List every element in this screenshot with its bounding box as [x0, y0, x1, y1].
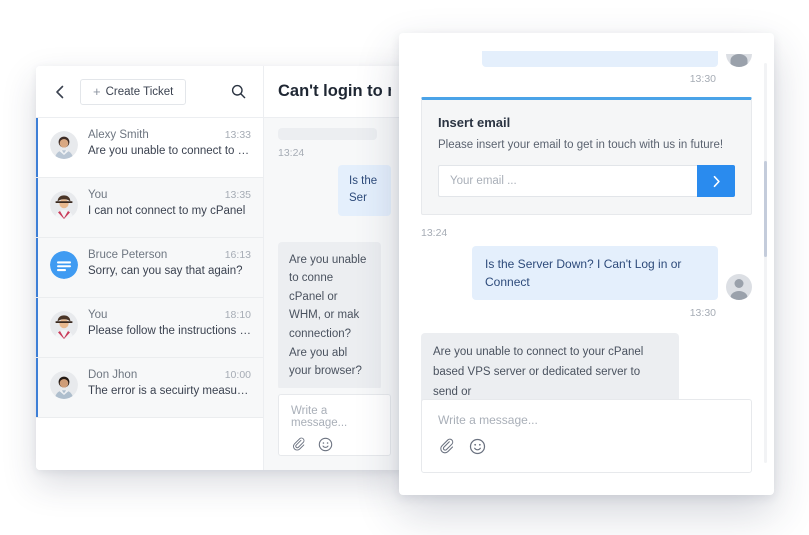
- list-item[interactable]: Don Jhon 10:00 The error is a secuirty m…: [36, 358, 263, 418]
- list-item[interactable]: You 18:10 Please follow the instructions…: [36, 298, 263, 358]
- outgoing-message: Is the Server Down? I Can't Log in or Co…: [472, 246, 718, 300]
- insert-email-description: Please insert your email to get in touch…: [438, 139, 735, 151]
- scrollbar-track[interactable]: [764, 63, 767, 463]
- clipped-message-row: [421, 51, 752, 67]
- create-ticket-label: Create Ticket: [106, 86, 174, 98]
- list-item-time: 18:10: [225, 309, 251, 321]
- chat-widget-window: 13:30 Insert email Please insert your em…: [399, 33, 774, 495]
- screen: + Create Ticket Alexy Smith 13:33: [0, 0, 809, 535]
- list-item-body: Alexy Smith 13:33 Are you unable to conn…: [88, 129, 251, 166]
- avatar: [50, 251, 78, 279]
- list-item-preview: I can not connect to my cPanel: [88, 205, 251, 217]
- middle-message-list[interactable]: 13:24 Is the Ser Are you unable to conne…: [264, 118, 405, 388]
- message-timestamp: 13:24: [278, 147, 391, 159]
- list-item-time: 10:00: [225, 369, 251, 381]
- list-item-meta: Bruce Peterson 16:13: [88, 249, 251, 261]
- list-item-preview: Are you unable to connect to your ...: [88, 145, 251, 157]
- smiley-icon[interactable]: [469, 438, 486, 455]
- chat-composer[interactable]: Write a message...: [421, 399, 752, 473]
- avatar: [50, 371, 78, 399]
- chevron-left-icon[interactable]: [48, 81, 70, 103]
- list-item-preview: Sorry, can you say that again?: [88, 265, 251, 277]
- middle-chat-panel: Can't login to my s 13:24 Is the Ser Are…: [264, 66, 405, 470]
- list-item-time: 16:13: [225, 249, 251, 261]
- list-item-name: Bruce Peterson: [88, 249, 167, 261]
- paperclip-icon[interactable]: [438, 438, 455, 455]
- middle-composer[interactable]: Write a message...: [278, 394, 391, 456]
- list-item-name: You: [88, 309, 107, 321]
- list-item-time: 13:35: [225, 189, 251, 201]
- page-title: Can't login to my s: [278, 82, 391, 101]
- insert-email-form: Your email ...: [438, 165, 735, 197]
- sidebar-header: + Create Ticket: [36, 66, 263, 118]
- list-item-body: You 18:10 Please follow the instructions…: [88, 309, 251, 346]
- message-timestamp: 13:30: [421, 73, 752, 85]
- outgoing-message-row: Is the Server Down? I Can't Log in or Co…: [421, 246, 752, 300]
- list-item-body: Don Jhon 10:00 The error is a secuirty m…: [88, 369, 251, 406]
- incoming-message: Are you unable to conne cPanel or WHM, o…: [278, 242, 381, 389]
- message-timestamp: 13:30: [421, 307, 752, 319]
- email-submit-button[interactable]: [697, 165, 735, 197]
- insert-email-card: Insert email Please insert your email to…: [421, 97, 752, 215]
- list-item-time: 13:33: [225, 129, 251, 141]
- avatar: [50, 311, 78, 339]
- list-item[interactable]: Bruce Peterson 16:13 Sorry, can you say …: [36, 238, 263, 298]
- list-item-preview: The error is a secuirty measure to ...: [88, 385, 251, 397]
- list-item-name: Alexy Smith: [88, 129, 149, 141]
- list-item-preview: Please follow the instructions of t...: [88, 325, 251, 337]
- ticket-window: + Create Ticket Alexy Smith 13:33: [36, 66, 405, 470]
- scrollbar-thumb[interactable]: [764, 161, 767, 257]
- plus-icon: +: [93, 85, 101, 98]
- list-item-meta: You 18:10: [88, 309, 251, 321]
- middle-chat-header: Can't login to my s: [264, 66, 405, 118]
- avatar: [50, 131, 78, 159]
- avatar: [726, 54, 752, 67]
- list-item-name: Don Jhon: [88, 369, 137, 381]
- list-item-meta: Don Jhon 10:00: [88, 369, 251, 381]
- email-field[interactable]: Your email ...: [438, 165, 697, 197]
- message-timestamp: 13:24: [421, 227, 752, 239]
- create-ticket-button[interactable]: + Create Ticket: [80, 79, 186, 105]
- avatar: [726, 274, 752, 300]
- smiley-icon[interactable]: [318, 437, 333, 452]
- list-item-meta: Alexy Smith 13:33: [88, 129, 251, 141]
- avatar: [50, 191, 78, 219]
- list-item[interactable]: Alexy Smith 13:33 Are you unable to conn…: [36, 118, 263, 178]
- composer-actions: [438, 438, 735, 455]
- list-item[interactable]: You 13:35 I can not connect to my cPanel: [36, 178, 263, 238]
- search-icon[interactable]: [227, 81, 249, 103]
- composer-actions: [291, 437, 378, 452]
- list-item-name: You: [88, 189, 107, 201]
- list-item-body: You 13:35 I can not connect to my cPanel: [88, 189, 251, 226]
- paperclip-icon[interactable]: [291, 437, 306, 452]
- ticket-list[interactable]: Alexy Smith 13:33 Are you unable to conn…: [36, 118, 263, 470]
- insert-email-title: Insert email: [438, 115, 735, 130]
- chevron-right-icon: [710, 175, 723, 188]
- message-input[interactable]: Write a message...: [438, 413, 735, 427]
- clipped-bubble: [278, 128, 377, 140]
- message-input[interactable]: Write a message...: [291, 405, 378, 429]
- clipped-outgoing-message: [482, 51, 718, 67]
- list-item-body: Bruce Peterson 16:13 Sorry, can you say …: [88, 249, 251, 286]
- list-item-meta: You 13:35: [88, 189, 251, 201]
- ticket-sidebar: + Create Ticket Alexy Smith 13:33: [36, 66, 264, 470]
- outgoing-message: Is the Ser: [338, 165, 391, 216]
